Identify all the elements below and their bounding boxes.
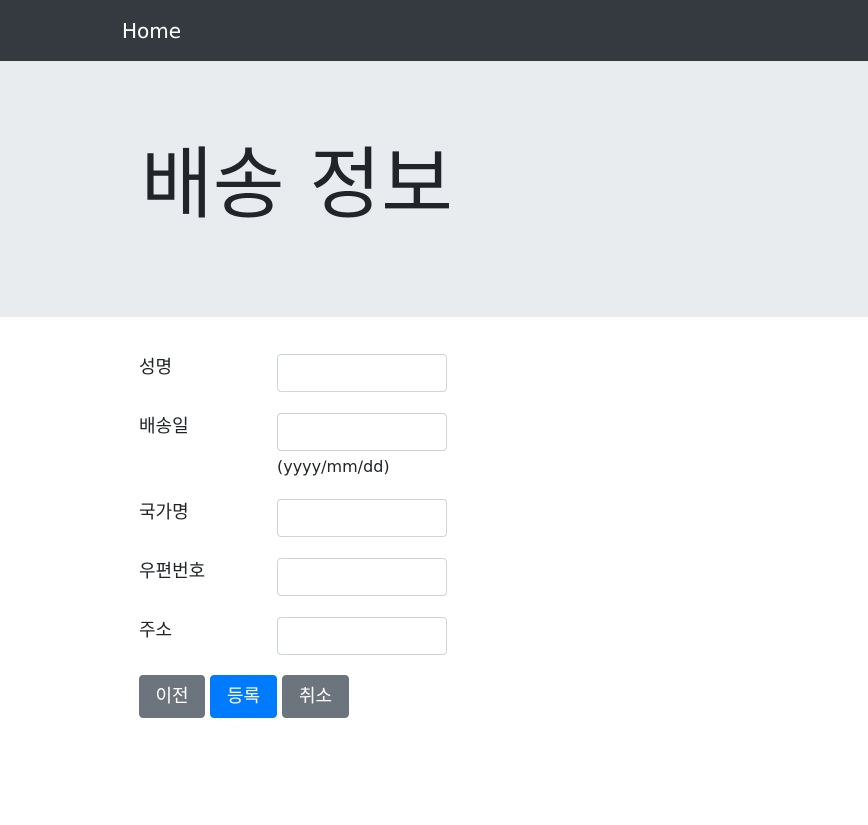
name-label: 성명 [139, 357, 173, 378]
address-input[interactable] [277, 617, 447, 655]
shipping-date-label: 배송일 [139, 416, 189, 437]
top-navbar: Home [0, 0, 868, 61]
country-input[interactable] [277, 499, 447, 537]
name-input[interactable] [277, 354, 447, 392]
shipping-date-input[interactable] [277, 413, 447, 451]
cancel-button[interactable]: 취소 [282, 675, 349, 718]
date-format-hint: (yyyy/mm/dd) [277, 457, 390, 476]
home-link[interactable]: Home [122, 17, 181, 45]
country-label: 국가명 [139, 502, 189, 523]
zipcode-input[interactable] [277, 558, 447, 596]
address-label: 주소 [139, 620, 173, 641]
submit-button[interactable]: 등록 [210, 675, 277, 718]
jumbotron-header: 배송 정보 [0, 61, 868, 317]
prev-button[interactable]: 이전 [139, 675, 205, 718]
zipcode-label: 우편번호 [139, 561, 206, 582]
page-title: 배송 정보 [141, 140, 453, 230]
